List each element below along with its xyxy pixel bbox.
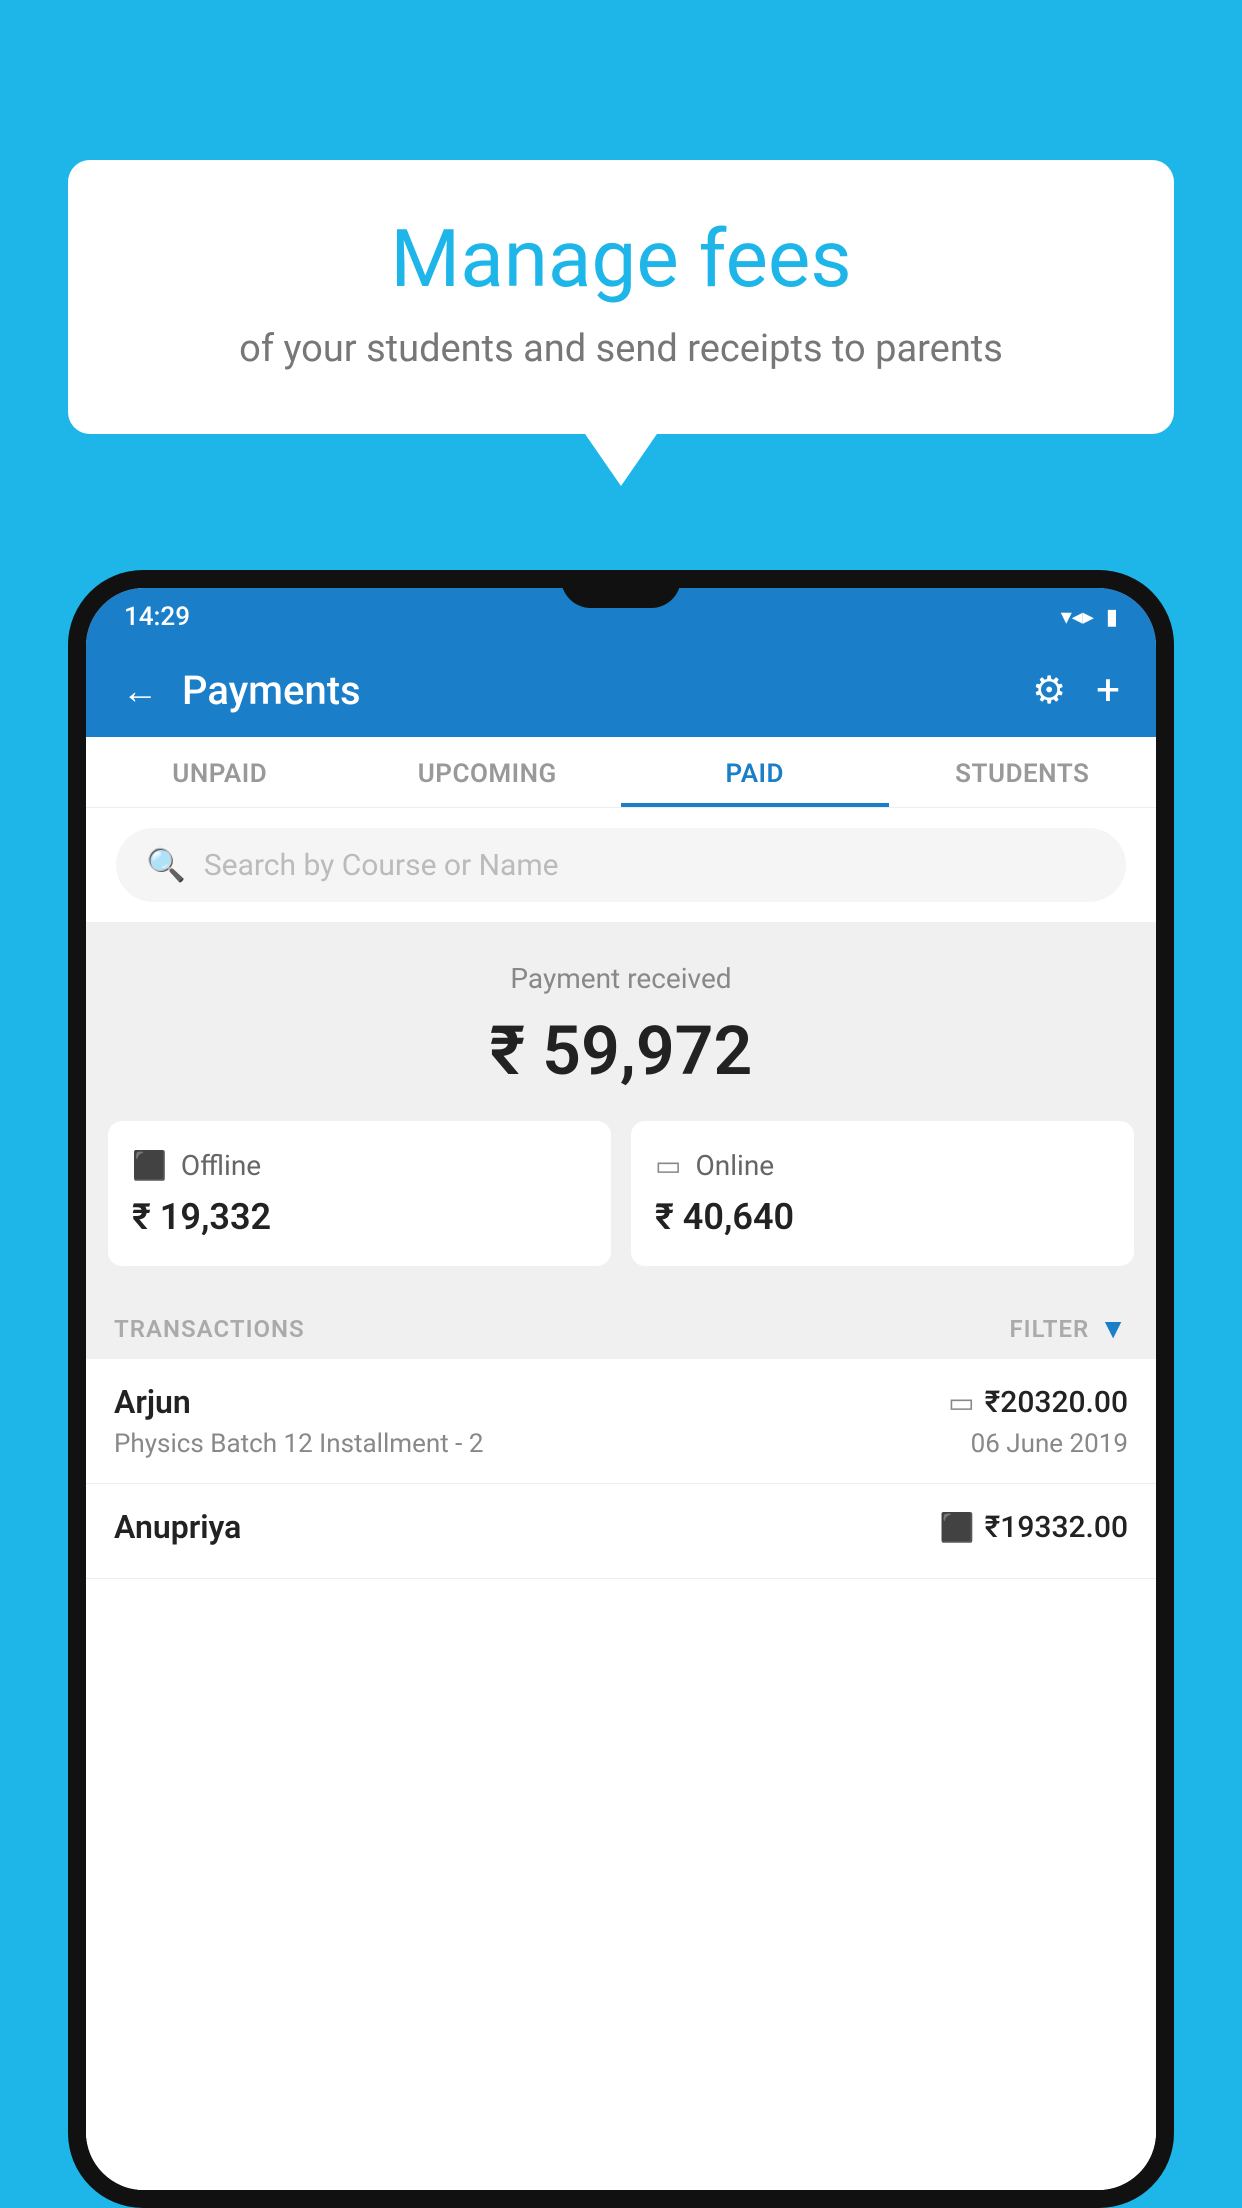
tab-paid[interactable]: PAID [621, 737, 889, 807]
phone-outer: 14:29 ▾◂▸ ▮ ← Payments ⚙ + UNPAID UPCOM [68, 570, 1174, 2208]
search-bar-container: 🔍 Search by Course or Name [86, 808, 1156, 922]
transaction-row-bottom: Physics Batch 12 Installment - 2 06 June… [114, 1429, 1128, 1459]
filter-button[interactable]: FILTER ▼ [1009, 1312, 1128, 1345]
online-amount: ₹ 40,640 [655, 1196, 1110, 1238]
offline-payment-card: ⬛ Offline ₹ 19,332 [108, 1121, 611, 1266]
search-icon: 🔍 [146, 846, 186, 884]
table-row[interactable]: Anupriya ⬛ ₹19332.00 [86, 1484, 1156, 1579]
phone-inner: 14:29 ▾◂▸ ▮ ← Payments ⚙ + UNPAID UPCOM [86, 588, 1156, 2190]
back-button[interactable]: ← [122, 670, 158, 712]
transaction-row-top: Arjun ▭ ₹20320.00 [114, 1383, 1128, 1421]
bubble-subtitle: of your students and send receipts to pa… [128, 325, 1114, 374]
online-icon: ▭ [655, 1149, 681, 1182]
wifi-icon: ▾◂▸ [1061, 605, 1094, 630]
offline-label: Offline [181, 1149, 261, 1182]
tab-upcoming[interactable]: UPCOMING [354, 737, 622, 807]
transaction-date: 06 June 2019 [971, 1429, 1128, 1459]
transaction-list: Arjun ▭ ₹20320.00 Physics Batch 12 Insta… [86, 1359, 1156, 2190]
online-card-header: ▭ Online [655, 1149, 1110, 1182]
student-name: Arjun [114, 1383, 191, 1421]
add-button[interactable]: + [1096, 666, 1120, 715]
offline-amount: ₹ 19,332 [132, 1196, 587, 1238]
tab-students[interactable]: STUDENTS [889, 737, 1157, 807]
header-title: Payments [182, 667, 1032, 714]
filter-label: FILTER [1009, 1315, 1089, 1343]
offline-icon: ⬛ [132, 1149, 167, 1182]
transactions-header: TRANSACTIONS FILTER ▼ [86, 1294, 1156, 1359]
search-input-wrapper[interactable]: 🔍 Search by Course or Name [116, 828, 1126, 902]
phone-notch [561, 570, 681, 608]
speech-bubble: Manage fees of your students and send re… [68, 160, 1174, 434]
phone-device: 14:29 ▾◂▸ ▮ ← Payments ⚙ + UNPAID UPCOM [68, 570, 1174, 2208]
tab-unpaid[interactable]: UNPAID [86, 737, 354, 807]
battery-icon: ▮ [1106, 605, 1118, 630]
student-name: Anupriya [114, 1508, 241, 1546]
payment-received-amount: ₹ 59,972 [116, 1011, 1126, 1091]
transaction-amount: ▭ ₹20320.00 [948, 1385, 1128, 1420]
payment-summary: Payment received ₹ 59,972 [86, 922, 1156, 1121]
tabs-bar: UNPAID UPCOMING PAID STUDENTS [86, 737, 1156, 808]
course-info: Physics Batch 12 Installment - 2 [114, 1429, 483, 1459]
filter-icon: ▼ [1099, 1312, 1128, 1345]
search-input[interactable]: Search by Course or Name [204, 848, 559, 883]
online-label: Online [695, 1149, 774, 1182]
status-time: 14:29 [124, 602, 190, 632]
app-header: ← Payments ⚙ + [86, 644, 1156, 737]
bubble-title: Manage fees [128, 215, 1114, 303]
transactions-label: TRANSACTIONS [114, 1315, 305, 1343]
payment-cards: ⬛ Offline ₹ 19,332 ▭ Online ₹ 40,640 [86, 1121, 1156, 1294]
status-icons: ▾◂▸ ▮ [1061, 605, 1118, 630]
payment-received-label: Payment received [116, 962, 1126, 995]
settings-button[interactable]: ⚙ [1032, 668, 1066, 713]
offline-payment-icon: ⬛ [940, 1511, 975, 1544]
online-payment-card: ▭ Online ₹ 40,640 [631, 1121, 1134, 1266]
transaction-amount: ⬛ ₹19332.00 [940, 1510, 1128, 1545]
table-row[interactable]: Arjun ▭ ₹20320.00 Physics Batch 12 Insta… [86, 1359, 1156, 1484]
transaction-row-top: Anupriya ⬛ ₹19332.00 [114, 1508, 1128, 1546]
main-content: 🔍 Search by Course or Name Payment recei… [86, 808, 1156, 2190]
offline-card-header: ⬛ Offline [132, 1149, 587, 1182]
online-payment-icon: ▭ [948, 1386, 974, 1419]
